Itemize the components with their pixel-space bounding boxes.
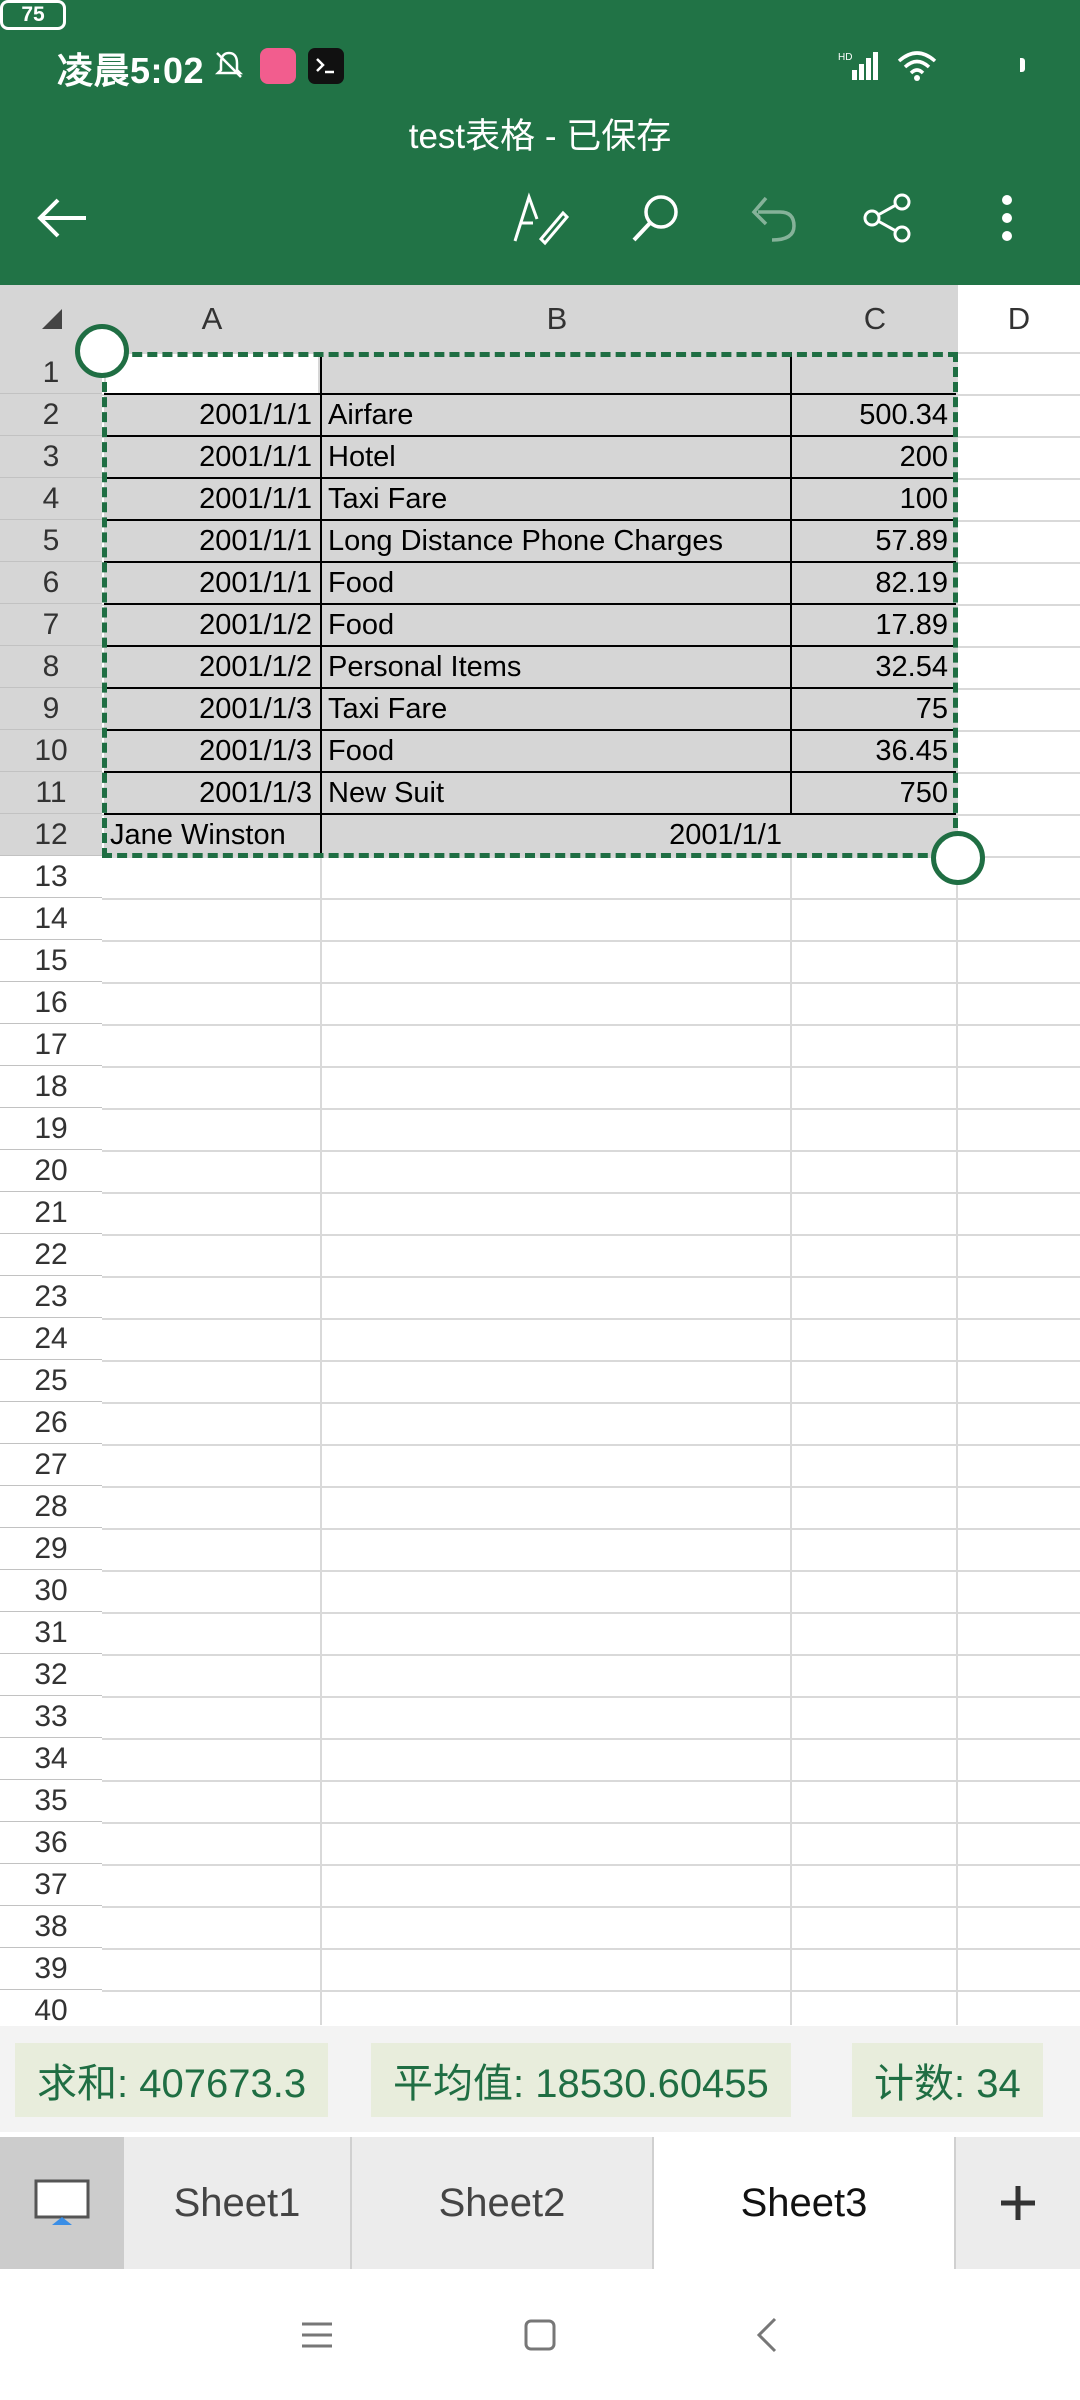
row-header-7[interactable]: 7 (0, 604, 102, 646)
more-button[interactable] (975, 186, 1039, 250)
row-header-26[interactable]: 26 (0, 1402, 102, 1444)
add-sheet-button[interactable] (956, 2137, 1080, 2269)
column-header-c[interactable]: C (792, 285, 958, 352)
row-header-27[interactable]: 27 (0, 1444, 102, 1486)
title-bar: 凌晨5:02 HD 75 test表格 - 已保存 (0, 0, 1080, 285)
row-header-20[interactable]: 20 (0, 1150, 102, 1192)
search-button[interactable] (624, 186, 688, 250)
row-header-18[interactable]: 18 (0, 1066, 102, 1108)
nav-back-button[interactable] (742, 2310, 792, 2360)
add-sheet-icon (1001, 2186, 1035, 2220)
sum-chip[interactable]: 求和: 407673.3 (15, 2043, 329, 2117)
row-header-4[interactable]: 4 (0, 478, 102, 520)
battery-tip (1020, 58, 1025, 72)
back-button[interactable] (30, 186, 94, 250)
terminal-app-icon (308, 48, 344, 84)
row-header-8[interactable]: 8 (0, 646, 102, 688)
row-header-15[interactable]: 15 (0, 940, 102, 982)
back-arrow-icon (37, 198, 86, 238)
row-header-19[interactable]: 19 (0, 1108, 102, 1150)
sheet-list-button[interactable] (0, 2137, 124, 2269)
row-header-37[interactable]: 37 (0, 1864, 102, 1906)
row-header-23[interactable]: 23 (0, 1276, 102, 1318)
nav-home-button[interactable] (515, 2310, 565, 2360)
nav-menu-button[interactable] (292, 2310, 342, 2360)
row-header-25[interactable]: 25 (0, 1360, 102, 1402)
row-header-32[interactable]: 32 (0, 1654, 102, 1696)
excel-app: 凌晨5:02 HD 75 test表格 - 已保存 A B C D 1 2 3 … (0, 0, 1080, 2400)
row-header-22[interactable]: 22 (0, 1234, 102, 1276)
tab-sheet3[interactable]: Sheet3 (654, 2137, 956, 2269)
row-header-10[interactable]: 10 (0, 730, 102, 772)
status-time: 凌晨5:02 (57, 50, 205, 91)
row-header-16[interactable]: 16 (0, 982, 102, 1024)
row-header-17[interactable]: 17 (0, 1024, 102, 1066)
pen-format-icon (513, 192, 569, 246)
row-header-2[interactable]: 2 (0, 394, 102, 436)
format-button[interactable] (508, 186, 572, 250)
count-chip[interactable]: 计数: 34 (852, 2043, 1043, 2117)
row-header-6[interactable]: 6 (0, 562, 102, 604)
row-header-9[interactable]: 9 (0, 688, 102, 730)
undo-button[interactable] (740, 186, 804, 250)
selection-outline (102, 352, 958, 858)
average-chip[interactable]: 平均值: 18530.60455 (371, 2043, 791, 2117)
share-icon (863, 193, 911, 243)
row-header-35[interactable]: 35 (0, 1780, 102, 1822)
row-header-36[interactable]: 36 (0, 1822, 102, 1864)
row-header-31[interactable]: 31 (0, 1612, 102, 1654)
column-header-b[interactable]: B (322, 285, 792, 352)
sheet-list-icon (34, 2179, 90, 2225)
tab-sheet1[interactable]: Sheet1 (124, 2137, 352, 2269)
row-header-11[interactable]: 11 (0, 772, 102, 814)
row-header-33[interactable]: 33 (0, 1696, 102, 1738)
row-header-29[interactable]: 29 (0, 1528, 102, 1570)
row-header-12[interactable]: 12 (0, 814, 102, 856)
tab-sheet2[interactable]: Sheet2 (352, 2137, 654, 2269)
row-header-5[interactable]: 5 (0, 520, 102, 562)
row-header-38[interactable]: 38 (0, 1906, 102, 1948)
column-header-a[interactable]: A (102, 285, 322, 352)
selection-handle-start[interactable] (75, 324, 129, 378)
row-header-21[interactable]: 21 (0, 1192, 102, 1234)
nav-home-icon (524, 2319, 556, 2351)
more-icon (1002, 195, 1012, 241)
wifi-icon (897, 51, 937, 81)
nav-menu-icon (302, 2322, 332, 2348)
document-title: test表格 - 已保存 (408, 117, 672, 156)
bell-muted-icon (214, 51, 244, 78)
row-header-24[interactable]: 24 (0, 1318, 102, 1360)
share-button[interactable] (856, 186, 920, 250)
search-icon (632, 195, 678, 242)
row-header-39[interactable]: 39 (0, 1948, 102, 1990)
row-header-28[interactable]: 28 (0, 1486, 102, 1528)
row-header-13[interactable]: 13 (0, 856, 102, 898)
svg-text:HD: HD (838, 52, 852, 63)
column-header-d[interactable]: D (958, 285, 1080, 352)
undo-icon (751, 196, 796, 242)
battery-indicator: 75 (0, 0, 66, 30)
row-header-3[interactable]: 3 (0, 436, 102, 478)
row-header-30[interactable]: 30 (0, 1570, 102, 1612)
selection-handle-end[interactable] (931, 831, 985, 885)
row-header-14[interactable]: 14 (0, 898, 102, 940)
bilibili-app-icon (260, 48, 296, 84)
signal-icon: HD (838, 52, 878, 80)
row-header-34[interactable]: 34 (0, 1738, 102, 1780)
nav-back-icon (756, 2317, 777, 2353)
